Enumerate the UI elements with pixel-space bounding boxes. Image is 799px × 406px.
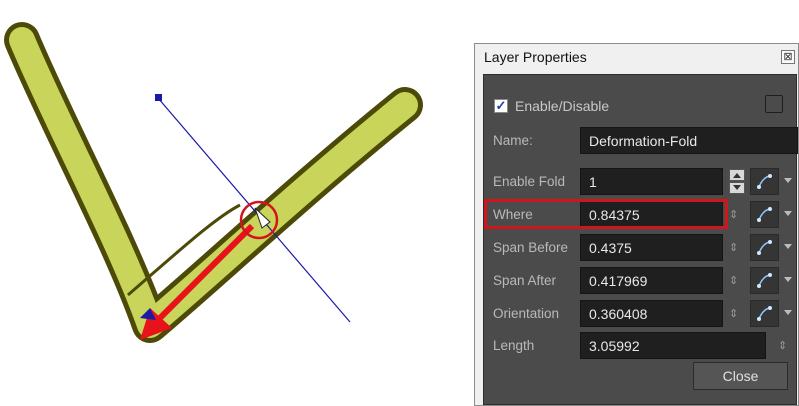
span-after-spin-icon[interactable]: ⇕: [729, 274, 738, 287]
length-field[interactable]: 3.05992: [580, 332, 766, 359]
length-row: Length 3.05992 ⇕: [484, 332, 796, 360]
where-spin-icon[interactable]: ⇕: [729, 208, 738, 221]
enable-label: Enable/Disable: [515, 98, 610, 114]
enable-fold-function-button[interactable]: [750, 168, 779, 195]
length-spin-icon[interactable]: ⇕: [778, 339, 787, 352]
enable-fold-dropdown-icon[interactable]: [784, 178, 792, 183]
span-before-field[interactable]: 0.4375: [580, 234, 723, 261]
stepper-down-icon[interactable]: [729, 182, 745, 194]
span-after-label: Span After: [493, 273, 557, 288]
where-label: Where: [493, 207, 533, 222]
layer-properties-window: Layer Properties ⊠ ✓ Enable/Disable Name…: [474, 43, 799, 406]
stepper-up-icon[interactable]: [729, 169, 745, 181]
enable-fold-row: Enable Fold 1: [484, 168, 796, 196]
name-label: Name:: [493, 133, 533, 148]
span-after-field[interactable]: 0.417969: [580, 267, 723, 294]
window-close-icon[interactable]: ⊠: [781, 50, 795, 64]
where-function-button[interactable]: [750, 201, 779, 228]
span-before-label: Span Before: [493, 240, 569, 255]
orientation-spin-icon[interactable]: ⇕: [729, 307, 738, 320]
enable-fold-stepper[interactable]: [729, 169, 745, 194]
orientation-function-button[interactable]: [750, 300, 779, 327]
enable-fold-field[interactable]: 1: [580, 168, 723, 195]
span-before-function-button[interactable]: [750, 234, 779, 261]
name-row: Name: Deformation-Fold: [484, 127, 798, 155]
orientation-row: Orientation 0.360408 ⇕: [484, 300, 796, 328]
span-before-dropdown-icon[interactable]: [784, 244, 792, 249]
close-button[interactable]: Close: [693, 362, 788, 390]
v-shape-fill: [9, 27, 418, 338]
span-after-dropdown-icon[interactable]: [784, 277, 792, 282]
enable-checkbox[interactable]: ✓: [494, 99, 508, 113]
color-swatch-box[interactable]: [765, 95, 783, 113]
span-after-function-button[interactable]: [750, 267, 779, 294]
where-field[interactable]: 0.84375: [580, 201, 723, 228]
enable-fold-label: Enable Fold: [493, 174, 566, 189]
orientation-dropdown-icon[interactable]: [784, 310, 792, 315]
where-row: Where 0.84375 ⇕: [484, 201, 796, 229]
properties-body: ✓ Enable/Disable Name: Deformation-Fold …: [483, 74, 798, 405]
orientation-field[interactable]: 0.360408: [580, 300, 723, 327]
span-before-row: Span Before 0.4375 ⇕: [484, 234, 796, 262]
name-field[interactable]: Deformation-Fold: [580, 127, 798, 154]
orientation-label: Orientation: [493, 306, 560, 321]
span-before-spin-icon[interactable]: ⇕: [729, 241, 738, 254]
orientation-handle[interactable]: [155, 94, 162, 101]
direction-arrow: [157, 223, 255, 321]
span-after-row: Span After 0.417969 ⇕: [484, 267, 796, 295]
where-dropdown-icon[interactable]: [784, 211, 792, 216]
window-title: Layer Properties: [484, 49, 587, 65]
length-label: Length: [493, 338, 535, 353]
drawing-canvas[interactable]: [0, 0, 470, 406]
